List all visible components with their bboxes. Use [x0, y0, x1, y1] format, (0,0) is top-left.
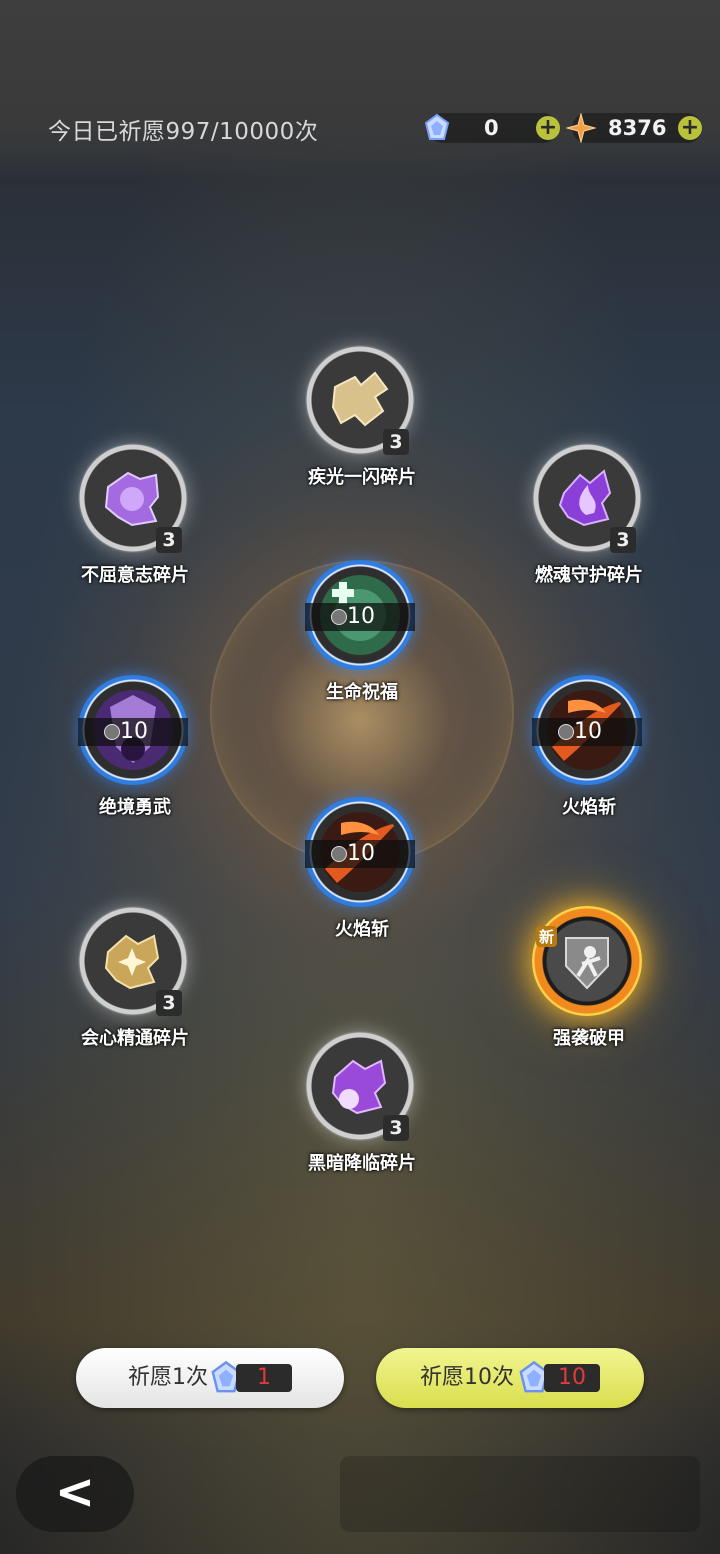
top-bar — [0, 0, 720, 180]
wish-once-cost: 1 — [236, 1364, 292, 1392]
wish-once-label: 祈愿1次 — [128, 1365, 208, 1390]
orange-star-icon — [566, 113, 596, 143]
armor-break-icon — [565, 937, 609, 990]
star-resource: 8376 + — [566, 113, 702, 143]
count-badge: 3 — [156, 990, 182, 1016]
small-skill-icon — [558, 724, 574, 740]
star-amount: 8376 — [608, 116, 667, 140]
gold-crit-puzzle-icon — [104, 934, 160, 990]
small-skill-icon — [331, 609, 347, 625]
new-tag: 新 — [536, 926, 558, 947]
reward-item-flame-slash[interactable]: 10 火焰斩 — [287, 797, 437, 967]
purple-flame-puzzle-icon — [558, 469, 612, 527]
reward-item-swift-flash-fragment[interactable]: 3 疾光一闪碎片 — [287, 345, 437, 515]
count-badge: 3 — [156, 527, 182, 553]
golden-puzzle-icon — [331, 371, 389, 427]
reward-item-flame-slash[interactable]: 10 火焰斩 — [514, 675, 664, 845]
small-skill-icon — [104, 724, 120, 740]
wish-once-button[interactable]: 祈愿1次 1 — [76, 1348, 344, 1408]
item-label: 强袭破甲 — [553, 1028, 625, 1049]
skill-count: 10 — [574, 719, 602, 744]
reward-item-life-blessing[interactable]: 10 生命祝福 — [287, 560, 437, 730]
reward-item-crit-mastery-fragment[interactable]: 3 会心精通碎片 — [60, 906, 210, 1076]
reward-item-burning-soul-fragment[interactable]: 3 燃魂守护碎片 — [514, 443, 664, 613]
reward-item-darkness-descends-fragment[interactable]: 3 黑暗降临碎片 — [287, 1031, 437, 1201]
back-arrow-icon: < — [54, 1464, 96, 1520]
bottom-shadow-bar — [340, 1456, 700, 1532]
item-label: 会心精通碎片 — [81, 1028, 189, 1049]
item-label: 不屈意志碎片 — [81, 565, 189, 586]
small-skill-icon — [331, 846, 347, 862]
item-label: 黑暗降临碎片 — [308, 1153, 416, 1174]
reward-item-assault-armor-break[interactable]: 新 强袭破甲 — [514, 906, 664, 1076]
back-button[interactable]: < — [16, 1456, 134, 1532]
crystal-icon — [424, 113, 450, 140]
add-star-button[interactable]: + — [678, 116, 702, 140]
item-label: 火焰斩 — [335, 919, 389, 940]
count-badge: 3 — [610, 527, 636, 553]
wish-ten-label: 祈愿10次 — [420, 1365, 514, 1390]
gem-amount: 0 — [484, 116, 499, 140]
count-badge: 3 — [383, 1115, 409, 1141]
wish-ten-cost: 10 — [544, 1364, 600, 1392]
item-label: 生命祝福 — [326, 682, 398, 703]
skill-count: 10 — [347, 604, 375, 629]
count-badge: 3 — [383, 429, 409, 455]
wish-ten-button[interactable]: 祈愿10次 10 — [376, 1348, 644, 1408]
reward-item-unyielding-will-fragment[interactable]: 3 不屈意志碎片 — [60, 443, 210, 613]
item-label: 燃魂守护碎片 — [535, 565, 643, 586]
gem-resource: 0 + — [424, 113, 560, 143]
add-gem-button[interactable]: + — [536, 116, 560, 140]
item-label: 疾光一闪碎片 — [308, 467, 416, 488]
skill-count: 10 — [347, 841, 375, 866]
skill-count: 10 — [120, 719, 148, 744]
item-label: 火焰斩 — [562, 797, 616, 818]
daily-wish-counter: 今日已祈愿997/10000次 — [48, 119, 319, 145]
reward-item-desperate-valor[interactable]: 10 绝境勇武 — [60, 675, 210, 845]
purple-shield-puzzle-icon — [104, 471, 160, 527]
dark-puzzle-icon — [331, 1059, 387, 1115]
item-label: 绝境勇武 — [99, 797, 171, 818]
